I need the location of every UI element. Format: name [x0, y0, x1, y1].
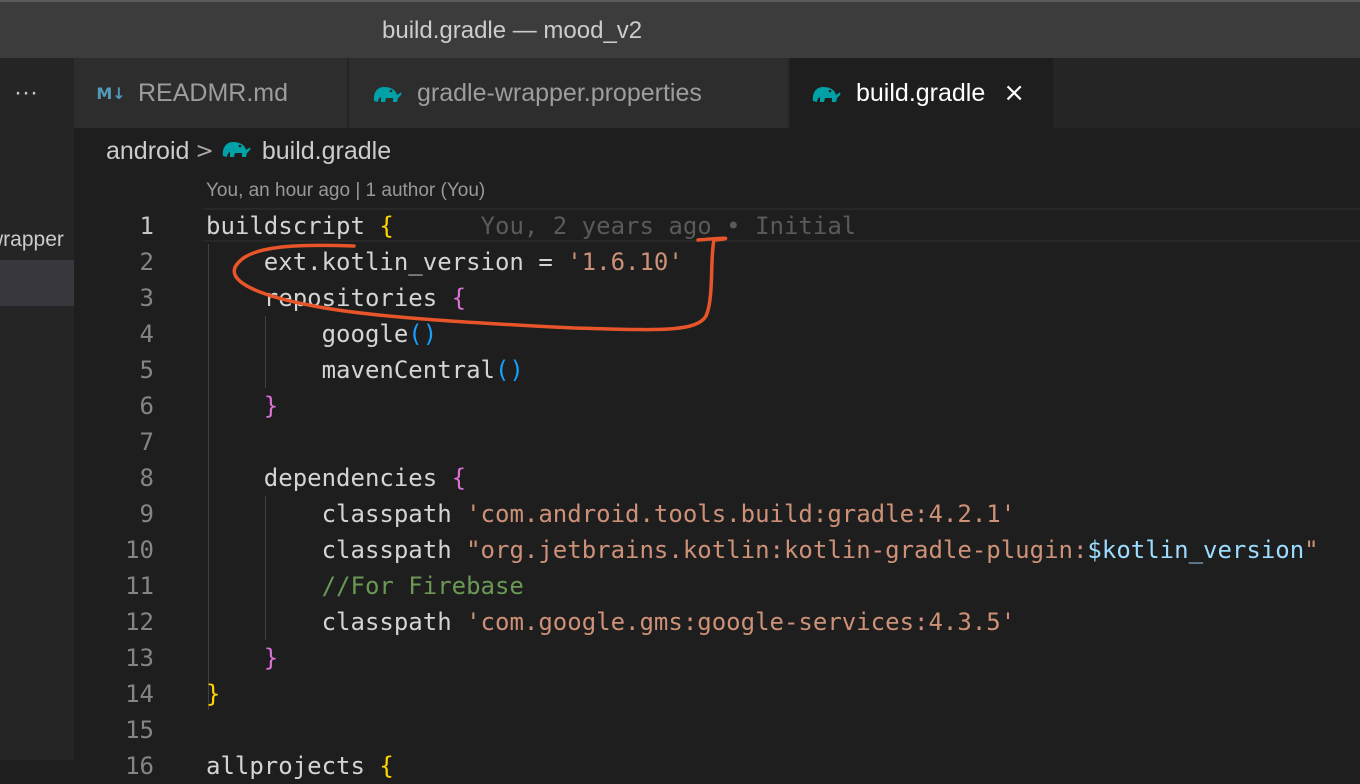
code-line[interactable]: 2 ext.kotlin_version = '1.6.10'	[74, 244, 1360, 280]
code-text: dependencies {	[206, 460, 466, 496]
code-token: ()	[408, 320, 438, 348]
line-number: 4	[139, 320, 154, 348]
code-text: classpath 'com.google.gms:google-service…	[206, 604, 1016, 640]
line-number: 10	[125, 536, 154, 564]
breadcrumb-file[interactable]: build.gradle	[262, 137, 391, 166]
explorer-item-selected[interactable]	[0, 260, 74, 306]
line-number: 2	[139, 248, 154, 276]
code-lines: 1 buildscript { You, 2 years ago • Initia…	[74, 208, 1360, 784]
code-token: //For Firebase	[206, 572, 524, 600]
code-line[interactable]: 3 repositories {	[74, 280, 1360, 316]
tab-label: build.gradle	[856, 78, 986, 107]
code-line[interactable]: 5 mavenCentral()	[74, 352, 1360, 388]
close-icon[interactable]: ×	[1003, 78, 1025, 108]
code-line[interactable]: 11 //For Firebase	[74, 568, 1360, 604]
code-text: allprojects {	[206, 748, 394, 784]
code-line[interactable]: 9 classpath 'com.android.tools.build:gra…	[74, 496, 1360, 532]
git-blame-annotation: You, 2 years ago • Initial	[393, 212, 857, 240]
code-token: {	[451, 284, 467, 312]
line-number: 16	[125, 752, 154, 780]
line-number: 14	[125, 680, 154, 708]
code-token: google	[206, 320, 409, 348]
code-token: "	[1304, 536, 1319, 564]
code-line[interactable]: 13 }	[74, 640, 1360, 676]
tab-gradle-wrapper-properties[interactable]: gradle-wrapper.properties	[349, 58, 789, 128]
code-line[interactable]: 15	[74, 712, 1360, 748]
code-token: {	[379, 212, 394, 240]
code-token: }	[206, 392, 279, 420]
line-number: 8	[139, 464, 154, 492]
tab-build-gradle[interactable]: build.gradle ×	[790, 58, 1054, 128]
code-line[interactable]: 14}	[74, 676, 1360, 712]
code-text: mavenCentral()	[206, 352, 524, 388]
explorer-item-wrapper[interactable]: wrapper	[0, 228, 74, 258]
code-token: allprojects	[206, 752, 380, 780]
code-text: ext.kotlin_version = '1.6.10'	[206, 244, 683, 280]
code-token: $kotlin_version	[1087, 536, 1305, 564]
gradle-elephant-icon	[371, 81, 403, 105]
line-number: 5	[139, 356, 154, 384]
code-line[interactable]: 4 google()	[74, 316, 1360, 352]
code-line[interactable]: 7	[74, 424, 1360, 460]
line-number: 6	[139, 392, 154, 420]
line-number: 11	[125, 572, 154, 600]
line-number: 3	[139, 284, 154, 312]
code-token: {	[451, 464, 467, 492]
title-bar: build.gradle — mood_v2	[0, 0, 1360, 58]
code-token: dependencies	[206, 464, 452, 492]
code-line[interactable]: 12 classpath 'com.google.gms:google-serv…	[74, 604, 1360, 640]
code-text: google()	[206, 316, 438, 352]
code-token: repositories	[206, 284, 452, 312]
gradle-elephant-icon	[810, 81, 842, 105]
window-title: build.gradle — mood_v2	[382, 17, 643, 44]
gradle-elephant-icon	[220, 136, 252, 167]
code-token: classpath	[206, 536, 467, 564]
explorer-sidebar: ··· wrapper	[0, 58, 74, 760]
editor-tabs: M↓ READMR.md gradle-wrapper.properties b…	[74, 58, 1360, 128]
breadcrumb-folder[interactable]: android	[106, 137, 189, 166]
code-token: }	[206, 644, 279, 672]
code-token: ()	[494, 356, 524, 384]
tab-label: READMR.md	[138, 78, 289, 107]
code-text: }	[206, 388, 278, 424]
code-text: classpath "org.jetbrains.kotlin:kotlin-g…	[206, 532, 1319, 568]
line-number: 1	[139, 212, 154, 240]
code-editor[interactable]: android > build.gradle You, an hour ago …	[74, 128, 1360, 780]
line-number: 9	[139, 500, 154, 528]
breadcrumb: android > build.gradle	[106, 136, 391, 166]
line-number: 7	[139, 428, 154, 456]
code-text: classpath 'com.android.tools.build:gradl…	[206, 496, 1016, 532]
code-token: }	[206, 680, 221, 708]
code-token: mavenCentral	[206, 356, 495, 384]
line-number: 12	[125, 608, 154, 636]
code-text: }	[206, 640, 278, 676]
code-line[interactable]: 8 dependencies {	[74, 460, 1360, 496]
chevron-right-icon: >	[195, 138, 214, 164]
line-number: 15	[125, 716, 154, 744]
code-token: classpath	[206, 608, 467, 636]
code-text: //For Firebase	[206, 568, 524, 604]
code-line[interactable]: 1 buildscript { You, 2 years ago • Initia…	[74, 208, 1360, 244]
markdown-icon: M↓	[96, 83, 126, 103]
tab-readme[interactable]: M↓ READMR.md	[74, 58, 348, 128]
code-text: repositories {	[206, 280, 466, 316]
explorer-item-label: wrapper	[0, 228, 64, 251]
more-actions-icon[interactable]: ···	[14, 78, 38, 108]
code-token: buildscript	[206, 212, 380, 240]
code-text: buildscript { You, 2 years ago • Initial	[206, 208, 856, 244]
code-token: 'com.google.gms:google-services:4.3.5'	[466, 608, 1016, 636]
code-line[interactable]: 6 }	[74, 388, 1360, 424]
code-token: '1.6.10'	[567, 248, 683, 276]
code-token: "org.jetbrains.kotlin:kotlin-gradle-plug…	[466, 536, 1088, 564]
code-token: classpath	[206, 500, 467, 528]
line-number: 13	[125, 644, 154, 672]
code-token: 'com.android.tools.build:gradle:4.2.1'	[466, 500, 1016, 528]
code-line[interactable]: 10 classpath "org.jetbrains.kotlin:kotli…	[74, 532, 1360, 568]
git-codelens[interactable]: You, an hour ago | 1 author (You)	[206, 180, 485, 202]
code-token: ext.kotlin_version =	[206, 248, 568, 276]
code-text: }	[206, 676, 220, 712]
tab-label: gradle-wrapper.properties	[417, 78, 702, 107]
code-token: {	[379, 752, 394, 780]
code-line[interactable]: 16 allprojects {	[74, 748, 1360, 784]
